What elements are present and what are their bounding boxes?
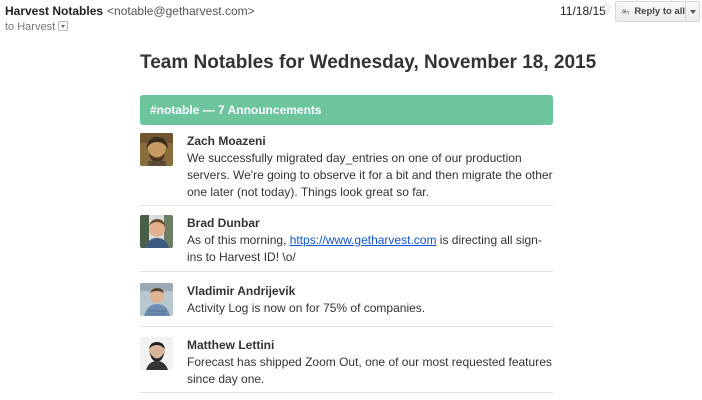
avatar (140, 283, 173, 316)
avatar (140, 133, 173, 166)
divider (140, 271, 553, 272)
announcements-banner: #notable — 7 Announcements (140, 95, 553, 125)
star-icon[interactable]: ☆ (599, 1, 612, 17)
avatar (140, 337, 173, 370)
divider (140, 205, 553, 206)
list-item: Brad Dunbar As of this morning, https://… (140, 215, 553, 267)
sender[interactable]: Harvest Notables <notable@getharvest.com> (5, 4, 255, 18)
banner-text: #notable — 7 Announcements (150, 103, 322, 117)
author-name: Matthew Lettini (187, 338, 275, 352)
message-text-before: As of this morning, (187, 233, 290, 247)
reply-all-icon (622, 8, 630, 15)
list-item: Vladimir Andrijevik Activity Log is now … (140, 283, 553, 319)
sender-email: <notable@getharvest.com> (107, 4, 255, 18)
announcement-text: We successfully migrated day_entries on … (187, 151, 553, 199)
email-title: Team Notables for Wednesday, November 18… (140, 52, 597, 73)
recipient-line: to Harvest (5, 21, 69, 33)
announcement-text: Forecast has shipped Zoom Out, one of ou… (187, 355, 552, 386)
announcement-text: Activity Log is now on for 75% of compan… (187, 301, 426, 315)
author-name: Zach Moazeni (187, 134, 266, 148)
sender-name[interactable]: Harvest Notables (5, 4, 103, 18)
divider (140, 392, 553, 393)
reply-all-label: Reply to all (634, 6, 685, 17)
avatar (140, 215, 173, 248)
author-name: Vladimir Andrijevik (187, 284, 296, 298)
recipient-label: to Harvest (5, 21, 56, 33)
list-item: Zach Moazeni We successfully migrated da… (140, 133, 553, 203)
divider (140, 326, 553, 327)
list-item: Matthew Lettini Forecast has shipped Zoo… (140, 337, 553, 389)
announcement-text: As of this morning, https://www.getharve… (187, 232, 553, 266)
getharvest-link[interactable]: https://www.getharvest.com (290, 233, 437, 247)
reply-button-group: Reply to all (615, 1, 700, 22)
show-details-icon[interactable] (58, 21, 69, 31)
chevron-down-icon[interactable] (686, 2, 700, 21)
reply-all-button[interactable]: Reply to all (616, 2, 685, 21)
author-name: Brad Dunbar (187, 216, 260, 230)
